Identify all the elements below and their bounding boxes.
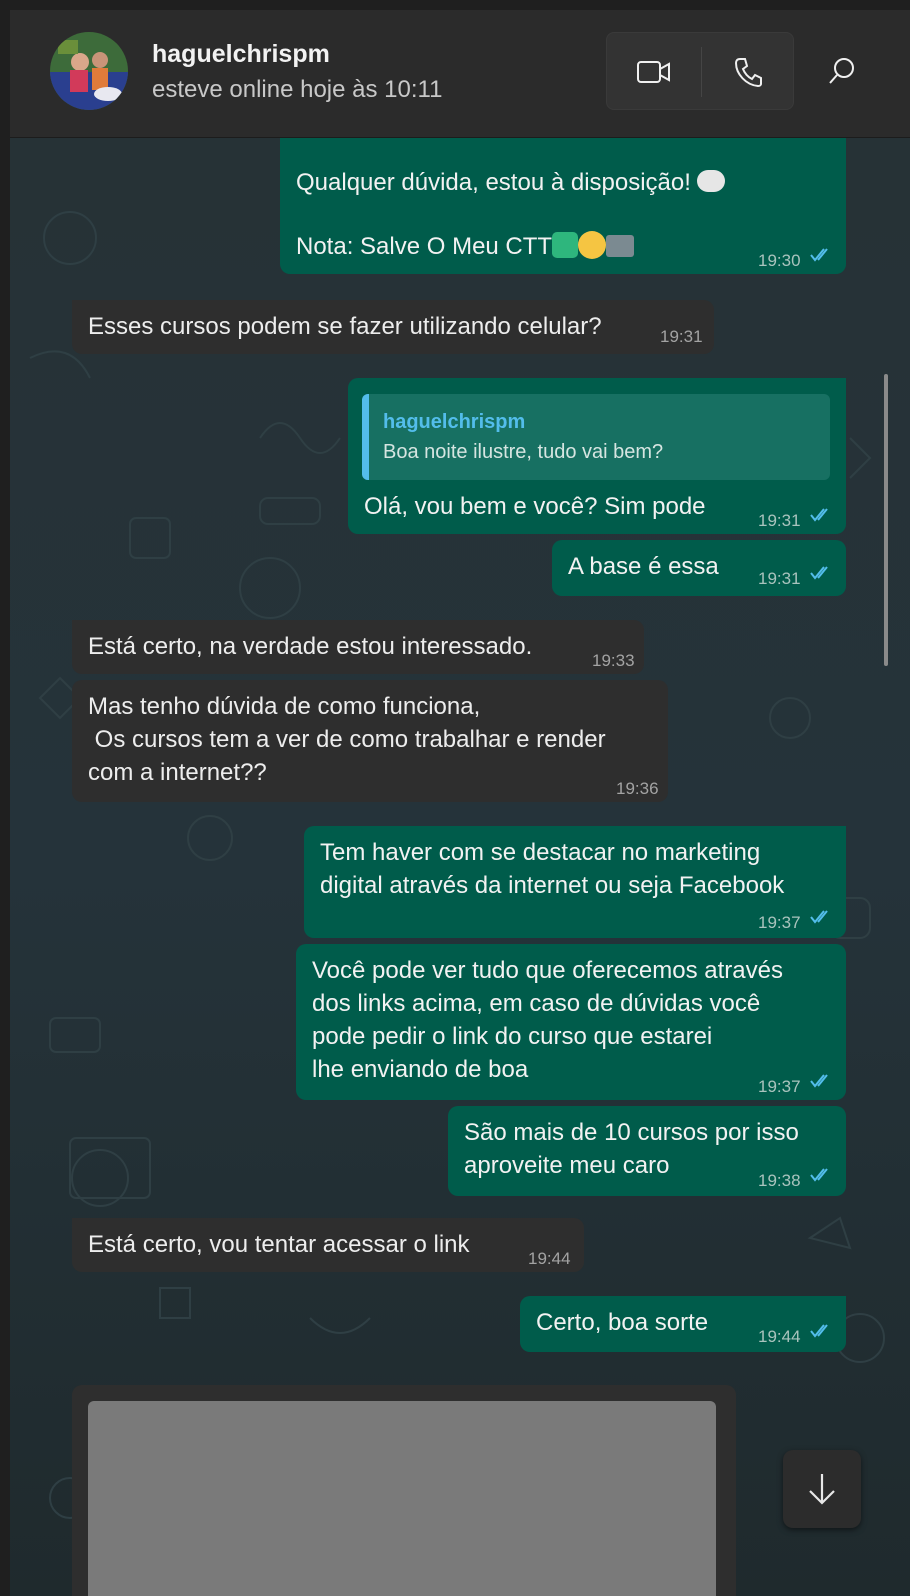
chat-header: haguelchrispm esteve online hoje às 10:1…	[10, 10, 910, 138]
read-receipt-icon	[810, 910, 828, 924]
chat-window: haguelchrispm esteve online hoje às 10:1…	[10, 10, 910, 1596]
contact-status: esteve online hoje às 10:11	[152, 76, 443, 103]
check-mark-emoji	[552, 232, 579, 258]
message-text: Nota: Salve O Meu CTT	[296, 230, 635, 263]
smile-emoji	[578, 231, 607, 259]
message-time: 19:37	[758, 1077, 801, 1096]
read-receipt-icon	[810, 248, 828, 262]
read-receipt-icon	[810, 1168, 828, 1182]
message-bubble-incoming[interactable]: Mas tenho dúvida de como funciona, Os cu…	[72, 680, 668, 802]
message-time: 19:31	[758, 569, 801, 588]
message-time: 19:36	[616, 779, 659, 798]
message-list[interactable]: Qualquer dúvida, estou à disposição! Not…	[10, 138, 910, 1596]
message-bubble-outgoing[interactable]: Você pode ver tudo que oferecemos atravé…	[296, 944, 846, 1100]
speech-bubble-emoji	[696, 170, 725, 192]
message-time: 19:30	[758, 251, 801, 270]
message-bubble-outgoing[interactable]: haguelchrispm Boa noite ilustre, tudo va…	[348, 378, 846, 534]
message-bubble-outgoing[interactable]: Certo, boa sorte 19:44	[520, 1296, 846, 1352]
message-text: Está certo, vou tentar acessar o link	[88, 1231, 470, 1258]
read-receipt-icon	[810, 1074, 828, 1088]
message-time: 19:31	[758, 511, 801, 530]
message-bubble-outgoing[interactable]: Qualquer dúvida, estou à disposição! Not…	[280, 138, 846, 274]
quoted-message[interactable]: haguelchrispm Boa noite ilustre, tudo va…	[362, 394, 830, 480]
message-text: São mais de 10 cursos por isso aproveite…	[464, 1119, 799, 1179]
message-text: Qualquer dúvida, estou à disposição!	[296, 166, 725, 199]
message-text: Tem haver com se destacar no marketing d…	[320, 839, 785, 899]
read-receipt-icon	[810, 566, 828, 580]
message-text: A base é essa	[568, 553, 719, 580]
message-bubble-incoming[interactable]: Está certo, na verdade estou interessado…	[72, 620, 644, 674]
media-message-incoming[interactable]	[72, 1385, 736, 1596]
read-receipt-icon	[810, 508, 828, 522]
message-time: 19:44	[758, 1327, 801, 1346]
message-text: Está certo, na verdade estou interessado…	[88, 633, 533, 660]
read-receipt-icon	[810, 1324, 828, 1338]
message-text: Você pode ver tudo que oferecemos atravé…	[312, 957, 783, 1083]
message-text: Esses cursos podem se fazer utilizando c…	[88, 313, 602, 340]
message-bubble-incoming[interactable]: Está certo, vou tentar acessar o link 19…	[72, 1218, 584, 1272]
contact-name[interactable]: haguelchrispm	[152, 40, 330, 69]
message-time: 19:44	[528, 1249, 571, 1268]
arrow-down-icon	[809, 1474, 835, 1505]
video-camera-icon	[637, 61, 670, 83]
message-time: 19:31	[660, 327, 703, 346]
search-icon	[829, 58, 854, 84]
quote-text: Boa noite ilustre, tudo vai bem?	[383, 441, 664, 463]
message-text: Olá, vou bem e você? Sim pode	[364, 493, 706, 520]
message-time: 19:38	[758, 1171, 801, 1190]
scrollbar-thumb[interactable]	[884, 374, 888, 666]
video-call-button[interactable]	[607, 33, 701, 111]
message-bubble-outgoing[interactable]: São mais de 10 cursos por isso aproveite…	[448, 1106, 846, 1196]
quote-author: haguelchrispm	[383, 411, 526, 433]
message-time: 19:37	[758, 913, 801, 932]
voice-call-button[interactable]	[701, 33, 795, 111]
message-bubble-outgoing[interactable]: Tem haver com se destacar no marketing d…	[304, 826, 846, 938]
search-button[interactable]	[810, 32, 874, 110]
laptop-emoji	[606, 235, 635, 257]
message-text: Mas tenho dúvida de como funciona, Os cu…	[88, 693, 606, 786]
quote-accent-bar	[362, 394, 369, 480]
message-time: 19:33	[592, 651, 635, 670]
media-preview[interactable]	[88, 1401, 716, 1596]
contact-avatar[interactable]	[50, 32, 128, 110]
message-bubble-outgoing[interactable]: A base é essa 19:31	[552, 540, 846, 596]
message-bubble-incoming[interactable]: Esses cursos podem se fazer utilizando c…	[72, 300, 714, 354]
phone-icon	[734, 58, 762, 87]
call-button-group	[606, 32, 794, 110]
scroll-to-bottom-button[interactable]	[783, 1450, 861, 1528]
message-text: Certo, boa sorte	[536, 1309, 709, 1336]
